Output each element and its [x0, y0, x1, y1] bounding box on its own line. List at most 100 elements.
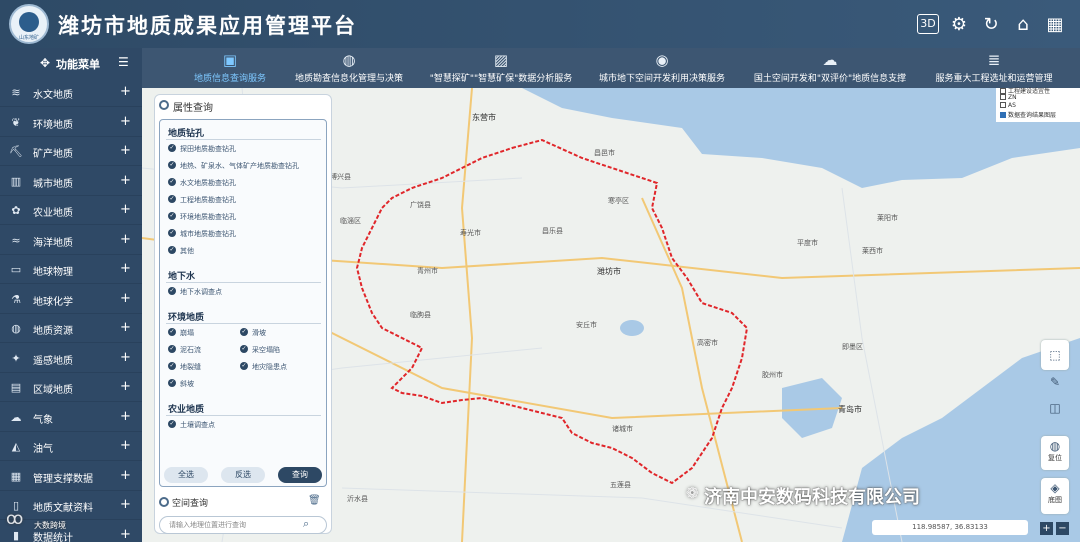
expand-plus-icon[interactable]: +	[120, 202, 131, 217]
expand-plus-icon[interactable]: +	[120, 143, 131, 158]
sidebar-item[interactable]: ▥ 城市地质 +	[0, 167, 142, 196]
expand-plus-icon[interactable]: +	[120, 114, 131, 129]
zoom-out-button[interactable]: −	[1056, 522, 1069, 535]
expand-plus-icon[interactable]: +	[120, 527, 131, 542]
layer-item[interactable]: ZN	[1000, 94, 1017, 101]
place-label: 安丘市	[576, 321, 597, 329]
layer-item[interactable]: 数据查询结果图层	[1000, 110, 1056, 119]
reservoir	[620, 320, 644, 336]
sidebar-item[interactable]: ◍ 地质资源 +	[0, 314, 142, 343]
place-label: 昌邑市	[594, 149, 615, 157]
checkbox[interactable]	[1000, 94, 1006, 100]
expand-plus-icon[interactable]: +	[120, 379, 131, 394]
reset-view-button[interactable]: ◍ 复位	[1041, 436, 1069, 470]
expand-plus-icon[interactable]: +	[120, 232, 131, 247]
nav-item-geo-query[interactable]: ▣ 地质信息查询服务	[190, 48, 270, 88]
select-box-icon[interactable]: ⬚	[1041, 340, 1069, 370]
sidebar-item[interactable]: ≋ 水文地质 +	[0, 78, 142, 107]
globe-icon: ◍	[1049, 439, 1061, 453]
sidebar-item[interactable]: ▦ 管理支撑数据 +	[0, 462, 142, 491]
nav-item-smart-mining[interactable]: ▨ "智慧探矿""智慧矿保"数据分析服务	[427, 48, 575, 88]
nav-item-exploration-mgmt[interactable]: ◍ 地质勘查信息化管理与决策	[290, 48, 408, 88]
basemap-button[interactable]: ◈ 底图	[1041, 478, 1069, 514]
zoom-in-button[interactable]: +	[1040, 522, 1053, 535]
sidebar-item[interactable]: ☁ 气象 +	[0, 403, 142, 432]
check-icon: ✓	[168, 144, 176, 152]
cloud-icon: ☁	[10, 410, 22, 424]
flask-icon: ⚗	[11, 292, 21, 306]
app-title: 潍坊市地质成果应用管理平台	[58, 13, 357, 38]
check-icon: ✓	[240, 362, 248, 370]
expand-plus-icon[interactable]: +	[120, 409, 131, 424]
option-label: 泥石流	[180, 346, 201, 354]
layer-item[interactable]: AS	[1000, 102, 1016, 109]
expand-plus-icon[interactable]: +	[120, 173, 131, 188]
sidebar-item-label: 农业地质	[33, 208, 73, 219]
sidebar-item[interactable]: ≈ 海洋地质 +	[0, 226, 142, 255]
expand-plus-icon[interactable]: +	[120, 438, 131, 453]
nav-item-land-space[interactable]: ☁ 国土空间开发和"双评价"地质信息支撑	[750, 48, 910, 88]
checkbox[interactable]	[1000, 112, 1006, 118]
query-doc-icon: ▣	[222, 51, 238, 69]
grid-icon[interactable]: ▦	[1044, 14, 1066, 36]
nav-item-major-engineering[interactable]: ≣ 服务重大工程选址和运营管理	[930, 48, 1058, 88]
logo-emblem	[19, 12, 39, 32]
sidebar-item[interactable]: ⛏ 矿产地质 +	[0, 137, 142, 166]
expand-plus-icon[interactable]: +	[120, 497, 131, 512]
check-icon: ✓	[168, 362, 176, 370]
panel-title: 属性查询	[173, 103, 213, 114]
layer-list: 工程建设适宜性 ZN AS 数据查询结果图层	[996, 88, 1080, 122]
select-all-button[interactable]: 全选	[164, 467, 208, 483]
check-icon: ✓	[168, 195, 176, 203]
section-divider	[166, 139, 321, 140]
query-button[interactable]: 查询	[278, 467, 322, 483]
option-label: 采空塌陷	[252, 346, 280, 354]
expand-plus-icon[interactable]: +	[120, 291, 131, 306]
layers-icon: ◈	[1050, 481, 1060, 495]
expand-plus-icon[interactable]: +	[120, 350, 131, 365]
spatial-query-title: 空间查询	[172, 499, 209, 509]
check-icon: ✓	[168, 287, 176, 295]
expand-plus-icon[interactable]: +	[120, 468, 131, 483]
option-label: 崩塌	[180, 329, 194, 337]
invert-selection-button[interactable]: 反选	[221, 467, 265, 483]
sidebar-item-label: 地质文献资料	[33, 503, 93, 514]
sidebar-item-label: 城市地质	[33, 178, 73, 190]
location-search-input[interactable]: 请输入地理位置进行查询	[159, 516, 327, 534]
expand-plus-icon[interactable]: +	[120, 84, 131, 99]
sidebar-item[interactable]: ✿ 农业地质 +	[0, 196, 142, 225]
sidebar-item[interactable]: ◭ 油气 +	[0, 432, 142, 461]
sidebar-item-label: 矿产地质	[33, 149, 73, 160]
sidebar-item[interactable]: ▭ 地球物理 +	[0, 255, 142, 284]
refresh-icon[interactable]: ↻	[980, 14, 1002, 36]
expand-plus-icon[interactable]: +	[120, 320, 131, 335]
section-title: 地质钻孔	[168, 129, 205, 139]
nav-item-underground-space[interactable]: ◉ 城市地下空间开发利用决策服务	[594, 48, 730, 88]
menu-toggle-icon[interactable]: ☰	[118, 55, 129, 69]
sidebar-item[interactable]: ⚗ 地球化学 +	[0, 285, 142, 314]
pen-icon[interactable]: ✎	[1041, 370, 1069, 394]
sidebar-item-label: 水文地质	[33, 90, 73, 101]
3d-icon[interactable]: 3D	[917, 14, 939, 34]
checkbox[interactable]	[1000, 102, 1006, 108]
spatial-query-icon	[159, 497, 169, 507]
home-icon[interactable]: ⌂	[1012, 14, 1034, 36]
gear-icon[interactable]: ⚙	[948, 14, 970, 36]
place-label: 青岛市	[838, 405, 862, 414]
expand-plus-icon[interactable]: +	[120, 261, 131, 276]
search-icon[interactable]: ⌕	[303, 517, 309, 531]
place-label: 平度市	[797, 239, 818, 247]
option-label: 滑坡	[252, 329, 266, 337]
eraser-icon[interactable]: ◫	[1041, 396, 1069, 420]
query-options: 地质钻孔 ✓ 探田地质勘查钻孔 ✓ 地热、矿泉水、气体矿产地质勘查钻孔 ✓ 水文地质勘查钻孔…	[159, 119, 327, 487]
corner-watermark-text: 大数跨境	[34, 521, 66, 530]
mine-cart-icon: ⛏	[9, 145, 23, 158]
company-watermark: 济南中安数码科技有限公司	[704, 487, 920, 508]
sidebar-item[interactable]: ✦ 遥感地质 +	[0, 344, 142, 373]
nav-item-label: 服务重大工程选址和运营管理	[935, 74, 1053, 84]
place-label: 临淄区	[340, 217, 361, 225]
sidebar-item[interactable]: ▤ 区域地质 +	[0, 373, 142, 402]
sidebar-item[interactable]: ❦ 环境地质 +	[0, 108, 142, 137]
trash-icon[interactable]: 🗑	[308, 495, 321, 506]
nav-item-label: 地质勘查信息化管理与决策	[294, 74, 403, 84]
